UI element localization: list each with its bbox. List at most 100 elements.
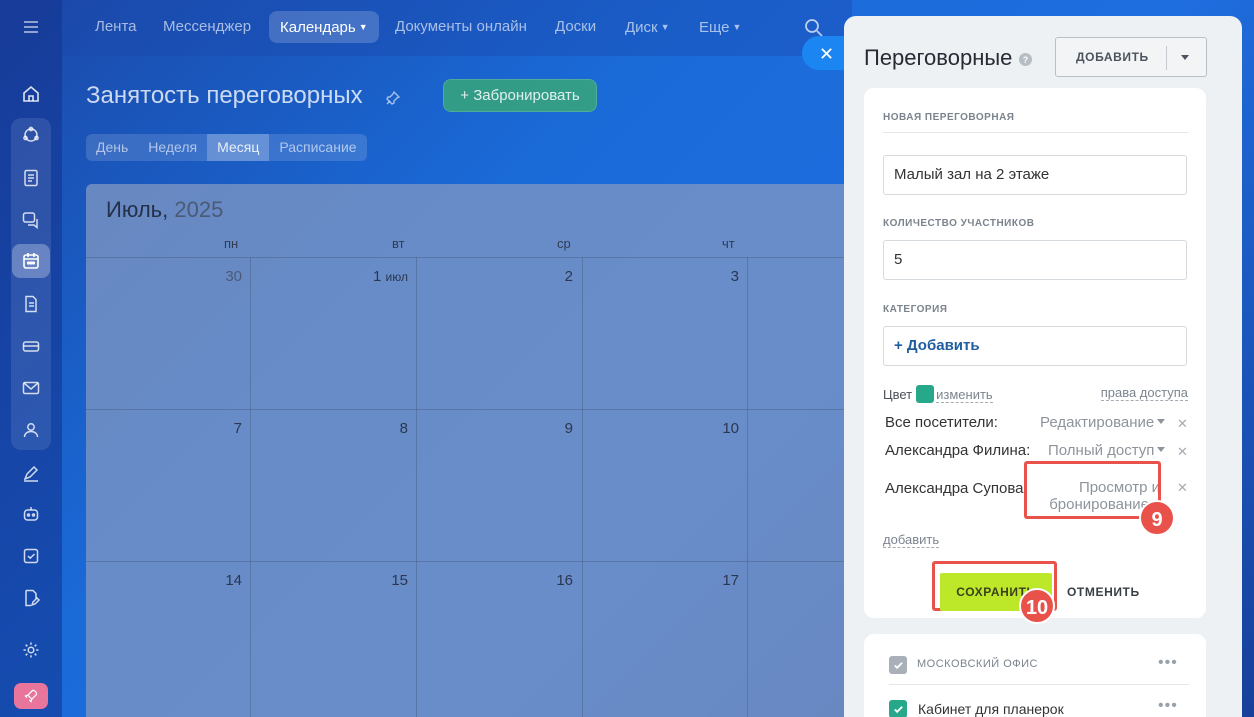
feed-icon[interactable]: [12, 118, 50, 152]
section-divider: [883, 132, 1188, 133]
day-cell-number[interactable]: 16: [513, 572, 573, 589]
book-button[interactable]: + Забронировать: [443, 79, 597, 112]
tasks-icon[interactable]: [12, 161, 50, 195]
grid-line: [416, 257, 417, 717]
check-icon: [893, 661, 903, 669]
color-row: Цвет изменить права доступа: [883, 385, 1188, 403]
month-calendar: Июль, 2025 пн вт ср чт 30 1 июл 2 3 7 8 …: [86, 184, 866, 717]
calendar-icon[interactable]: [12, 244, 50, 278]
day-cell-number[interactable]: 17: [679, 572, 739, 589]
nav-calendar[interactable]: Календарь ▼: [269, 11, 379, 43]
access-rights-link[interactable]: права доступа: [1100, 385, 1188, 401]
remove-icon[interactable]: ✕: [1177, 416, 1188, 432]
day-cell-number[interactable]: 14: [182, 572, 242, 589]
weekday-label: вт: [392, 236, 405, 251]
nav-more[interactable]: Еще ▼: [688, 11, 752, 43]
sign-icon[interactable]: [12, 456, 50, 490]
year: 2025: [174, 197, 224, 222]
day-cell-number[interactable]: 9: [513, 420, 573, 437]
view-tabs: День Неделя Месяц Расписание: [86, 134, 367, 161]
panel-title: Переговорные: [864, 45, 1013, 70]
grid-line: [86, 257, 866, 258]
day-cell-number[interactable]: 7: [182, 420, 242, 437]
contacts-icon[interactable]: [12, 413, 50, 447]
page-title: Занятость переговорных: [86, 82, 363, 109]
remove-icon[interactable]: ✕: [1177, 444, 1188, 460]
room-checkbox[interactable]: [889, 700, 907, 717]
participants-label: КОЛИЧЕСТВО УЧАСТНИКОВ: [883, 218, 1035, 229]
help-icon[interactable]: ?: [1019, 53, 1032, 66]
chevron-down-icon: ▼: [732, 22, 742, 32]
svg-text:?: ?: [1023, 55, 1029, 65]
office-checkbox[interactable]: [889, 656, 907, 674]
grid-line: [250, 257, 251, 717]
permission-select[interactable]: Полный доступ: [1048, 442, 1166, 459]
weekday-label: пн: [224, 236, 239, 251]
nav-drive-label: Диск: [625, 19, 658, 36]
tab-day[interactable]: День: [86, 134, 138, 161]
category-label: КАТЕГОРИЯ: [883, 304, 948, 315]
edit-doc-icon[interactable]: [12, 581, 50, 615]
messenger-icon[interactable]: [12, 203, 50, 237]
grid-line: [86, 409, 866, 410]
settings-icon[interactable]: [12, 633, 50, 667]
rooms-list: МОСКОВСКИЙ ОФИС ••• Кабинет для планерок…: [864, 634, 1206, 717]
cancel-button[interactable]: ОТМЕНИТЬ: [1067, 585, 1140, 599]
change-color-link[interactable]: изменить: [936, 387, 993, 403]
tab-month[interactable]: Месяц: [207, 134, 270, 161]
chevron-down-icon: ▼: [660, 22, 670, 32]
pin-icon[interactable]: [385, 90, 401, 106]
permission-select[interactable]: Редактирование: [1040, 414, 1166, 431]
top-nav: Лента Мессенджер Календарь ▼ Документы он…: [62, 0, 852, 56]
caret-down-icon[interactable]: [1181, 55, 1189, 60]
tab-schedule[interactable]: Расписание: [269, 134, 366, 161]
nav-feed[interactable]: Лента: [84, 11, 148, 43]
month-name: Июль,: [106, 197, 169, 222]
tab-week[interactable]: Неделя: [138, 134, 207, 161]
day-cell-number[interactable]: 8: [348, 420, 408, 437]
color-swatch[interactable]: [916, 385, 935, 403]
left-rail: [0, 0, 62, 717]
day-cell-number[interactable]: 30: [182, 268, 242, 285]
rooms-panel: Переговорные ? ДОБАВИТЬ НОВАЯ ПЕРЕГОВОРН…: [844, 16, 1242, 717]
nav-messenger[interactable]: Мессенджер: [152, 11, 262, 43]
room-item-label[interactable]: Кабинет для планерок: [918, 701, 1064, 717]
new-room-form: НОВАЯ ПЕРЕГОВОРНАЯ Малый зал на 2 этаже …: [864, 88, 1206, 624]
office-label: МОСКОВСКИЙ ОФИС: [917, 658, 1038, 670]
home-icon[interactable]: [12, 77, 50, 111]
weekday-label: ср: [557, 236, 571, 251]
chevron-down-icon: ▼: [358, 22, 368, 32]
remove-icon[interactable]: ✕: [1177, 480, 1188, 496]
day-cell-number[interactable]: 1 июл: [348, 268, 408, 285]
weekday-label: чт: [722, 236, 735, 251]
documents-icon[interactable]: [12, 287, 50, 321]
day-cell-number[interactable]: 10: [679, 420, 739, 437]
more-icon[interactable]: •••: [1158, 697, 1178, 715]
button-separator: [1166, 46, 1167, 70]
rocket-icon[interactable]: [14, 683, 48, 709]
nav-more-label: Еще: [699, 19, 730, 36]
close-panel-button[interactable]: [802, 36, 850, 70]
day-cell-number[interactable]: 3: [679, 268, 739, 285]
mail-icon[interactable]: [12, 371, 50, 405]
add-access-link[interactable]: добавить: [883, 532, 940, 548]
category-add-button[interactable]: + Добавить: [883, 326, 1187, 366]
color-label: Цвет: [883, 387, 913, 402]
more-icon[interactable]: •••: [1158, 654, 1178, 672]
participants-input[interactable]: 5: [883, 240, 1187, 280]
nav-docs[interactable]: Документы онлайн: [384, 11, 538, 43]
add-room-button[interactable]: ДОБАВИТЬ: [1055, 37, 1207, 77]
caret-down-icon: [1157, 419, 1166, 424]
nav-boards[interactable]: Доски: [544, 11, 607, 43]
checklist-icon[interactable]: [12, 539, 50, 573]
menu-icon[interactable]: [12, 10, 50, 44]
month-suffix: июл: [385, 270, 408, 284]
day-cell-number[interactable]: 15: [348, 572, 408, 589]
ai-robot-icon[interactable]: [12, 497, 50, 531]
drive-icon[interactable]: [12, 329, 50, 363]
nav-drive[interactable]: Диск ▼: [614, 11, 681, 43]
add-room-label: ДОБАВИТЬ: [1076, 50, 1149, 64]
check-icon: [893, 705, 903, 713]
room-name-input[interactable]: Малый зал на 2 этаже: [883, 155, 1187, 195]
day-cell-number[interactable]: 2: [513, 268, 573, 285]
